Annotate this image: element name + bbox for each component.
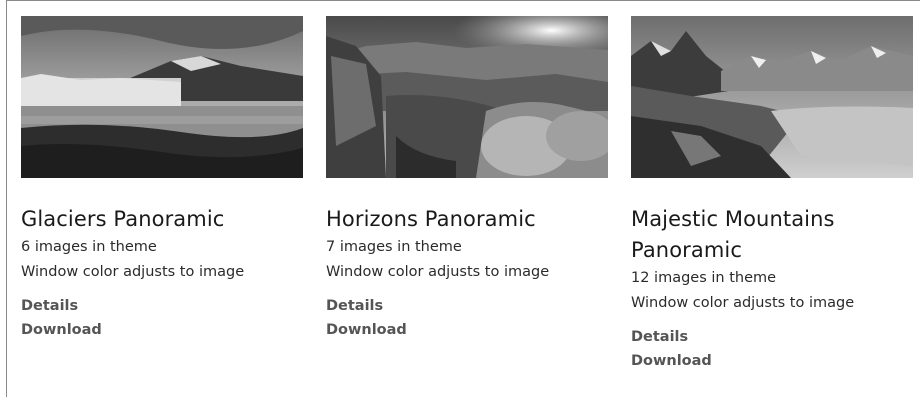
image-count: 7 images in theme: [326, 239, 462, 255]
theme-title: Glaciers Panoramic: [21, 207, 225, 231]
theme-note: Window color adjusts to image: [631, 295, 855, 311]
mountains-image[interactable]: [631, 16, 913, 178]
theme-card: Horizons Panoramic 7 images in theme Win…: [326, 16, 608, 342]
download-link[interactable]: Download: [326, 318, 608, 342]
theme-note: Window color adjusts to image: [21, 264, 245, 280]
theme-note: Window color adjusts to image: [326, 264, 550, 280]
theme-card: Glaciers Panoramic 6 images in theme Win…: [21, 16, 303, 342]
theme-title: Horizons Panoramic: [326, 207, 536, 231]
theme-card: Majestic Mountains Panoramic 12 images i…: [631, 16, 913, 373]
image-count: 12 images in theme: [631, 270, 777, 286]
details-link[interactable]: Details: [631, 325, 913, 349]
details-link[interactable]: Details: [326, 294, 608, 318]
image-count: 6 images in theme: [21, 239, 157, 255]
download-link[interactable]: Download: [631, 349, 913, 373]
glaciers-image[interactable]: [21, 16, 303, 178]
theme-title: Majestic Mountains Panoramic: [631, 207, 835, 262]
horizons-image[interactable]: [326, 16, 608, 178]
details-link[interactable]: Details: [21, 294, 303, 318]
download-link[interactable]: Download: [21, 318, 303, 342]
